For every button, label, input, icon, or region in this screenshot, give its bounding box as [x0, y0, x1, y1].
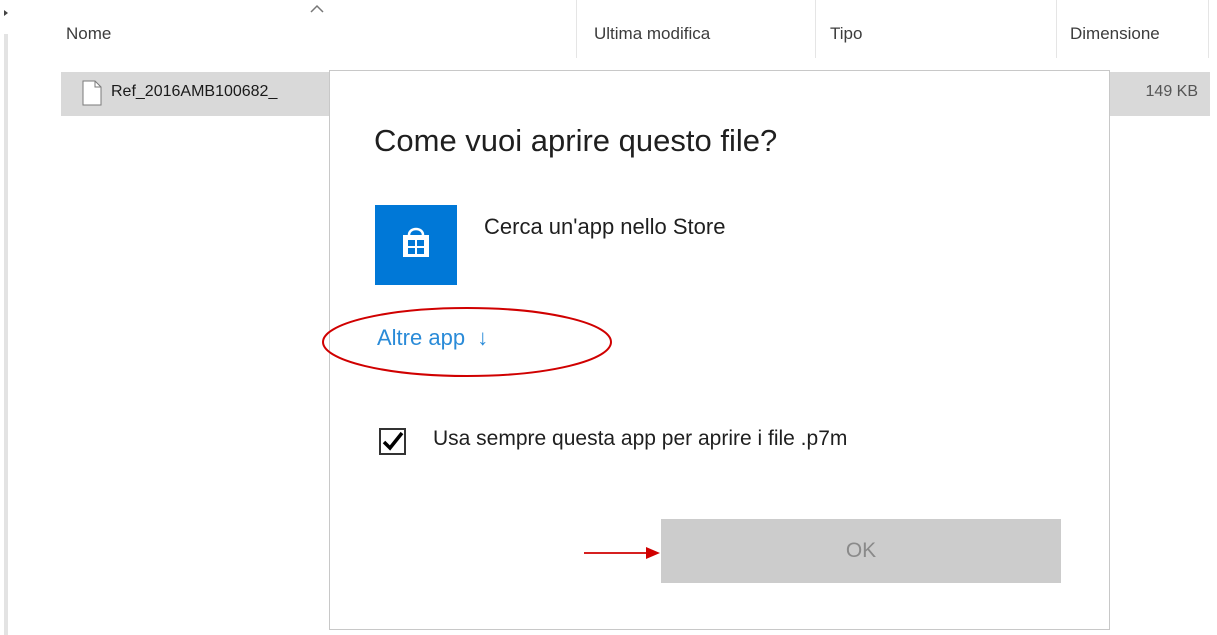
always-use-checkbox[interactable]: [379, 428, 406, 455]
chevron-up-icon: [310, 4, 324, 13]
column-modified[interactable]: Ultima modifica: [594, 24, 710, 44]
store-option-label[interactable]: Cerca un'app nello Store: [484, 214, 725, 240]
more-apps-link[interactable]: Altre app ↓: [377, 325, 488, 351]
store-bag-icon: [403, 227, 429, 257]
column-name[interactable]: Nome: [66, 24, 111, 44]
more-apps-label: Altre app: [377, 325, 466, 350]
column-divider[interactable]: [1056, 0, 1057, 58]
arrow-down-icon: ↓: [477, 325, 489, 350]
column-divider[interactable]: [1208, 0, 1209, 58]
annotation-arrow: [584, 547, 660, 559]
dialog-title: Come vuoi aprire questo file?: [374, 123, 778, 158]
file-icon: [82, 80, 102, 106]
store-option-tile[interactable]: [375, 205, 457, 285]
open-with-dialog: Come vuoi aprire questo file? Cerca un'a…: [322, 70, 1110, 630]
column-size[interactable]: Dimensione: [1070, 24, 1160, 44]
column-divider[interactable]: [576, 0, 577, 58]
checkmark-icon: [382, 431, 404, 451]
column-divider[interactable]: [815, 0, 816, 58]
file-name: Ref_2016AMB100682_: [111, 83, 278, 100]
pane-splitter[interactable]: [4, 34, 8, 635]
always-use-label[interactable]: Usa sempre questa app per aprire i file …: [433, 427, 847, 451]
navigation-pane-edge: [0, 0, 10, 635]
ok-button[interactable]: OK: [661, 519, 1061, 583]
column-header-bar: Nome Ultima modifica Tipo Dimensione: [0, 0, 1217, 58]
file-size: 149 KB: [1145, 83, 1198, 100]
column-type[interactable]: Tipo: [830, 24, 862, 44]
